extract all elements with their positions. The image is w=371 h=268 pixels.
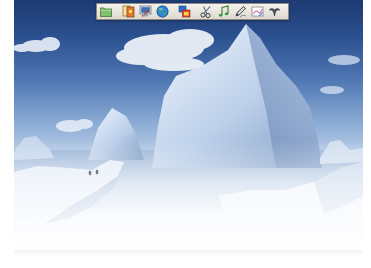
cloud-right <box>320 55 360 94</box>
music-button[interactable] <box>215 4 231 19</box>
quick-launch-toolbar <box>96 3 289 20</box>
bird-icon <box>267 8 281 17</box>
card-game-button[interactable] <box>120 4 136 19</box>
music-note-icon <box>218 5 229 17</box>
system-tools-button[interactable] <box>137 4 153 19</box>
pen-icon <box>234 6 246 18</box>
folder-icon <box>100 7 112 17</box>
globe-icon <box>156 5 168 18</box>
bird-button[interactable] <box>266 4 282 19</box>
folder-button[interactable] <box>98 4 114 19</box>
system-tools-icon <box>139 5 151 17</box>
taskbar-area <box>14 250 363 256</box>
iceberg-right <box>320 140 363 164</box>
iceberg-wallpaper <box>14 24 363 232</box>
scissors-button[interactable] <box>198 4 214 19</box>
iceberg-mid-left <box>88 108 144 160</box>
cloud-left <box>14 37 60 52</box>
pen-button[interactable] <box>232 4 248 19</box>
windows-button[interactable] <box>176 4 192 19</box>
desktop-screen <box>14 0 363 250</box>
paint-button[interactable] <box>249 4 265 19</box>
card-game-icon <box>122 5 134 18</box>
windows-icon <box>178 5 190 18</box>
iceberg-far-left <box>14 136 54 160</box>
internet-button[interactable] <box>154 4 170 19</box>
cloud-low <box>56 119 93 132</box>
paint-icon <box>251 6 263 17</box>
scissors-icon <box>200 6 210 18</box>
cloud-center <box>116 29 214 71</box>
